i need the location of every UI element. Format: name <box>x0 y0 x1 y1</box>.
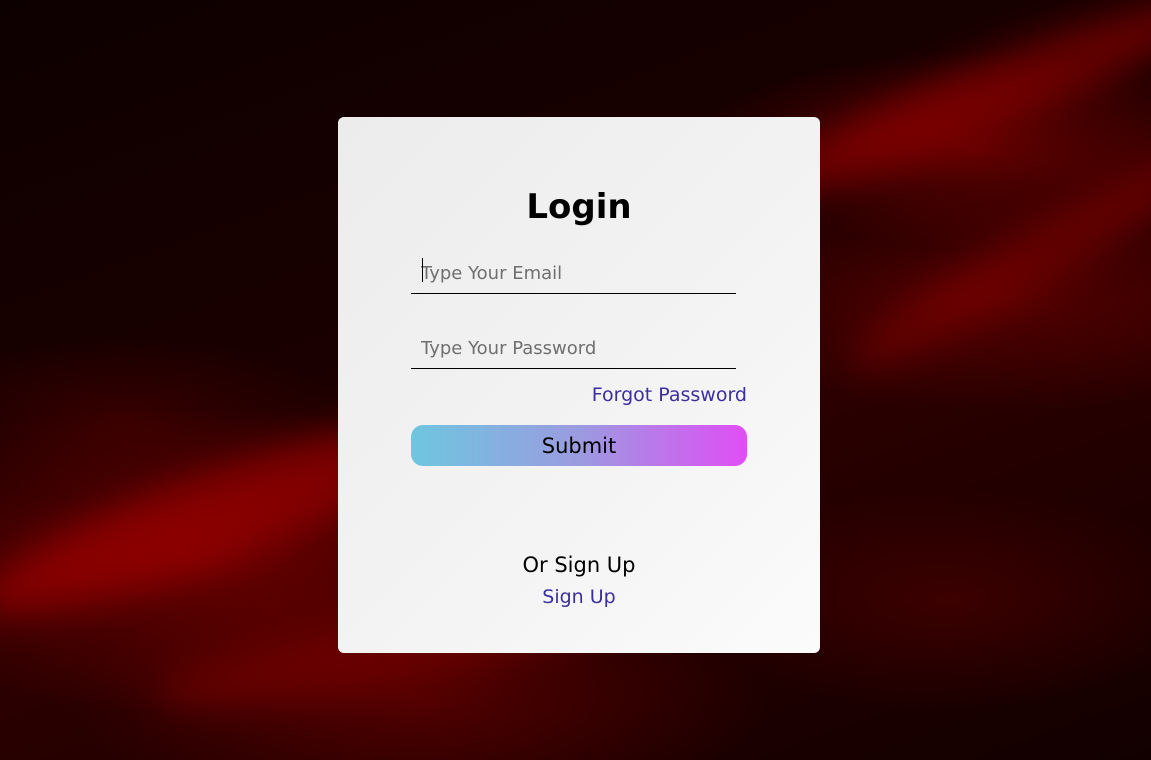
forgot-password-link[interactable]: Forgot Password <box>592 384 747 406</box>
password-input[interactable] <box>411 329 736 369</box>
login-title: Login <box>526 187 632 227</box>
login-card: Login Forgot Password Submit Or Sign Up … <box>338 117 820 653</box>
background-streak <box>763 0 1151 214</box>
text-cursor <box>422 258 423 282</box>
submit-button[interactable]: Submit <box>411 425 747 466</box>
email-input[interactable] <box>411 254 736 294</box>
sign-up-link[interactable]: Sign Up <box>338 586 820 608</box>
or-sign-up-text: Or Sign Up <box>522 553 636 577</box>
